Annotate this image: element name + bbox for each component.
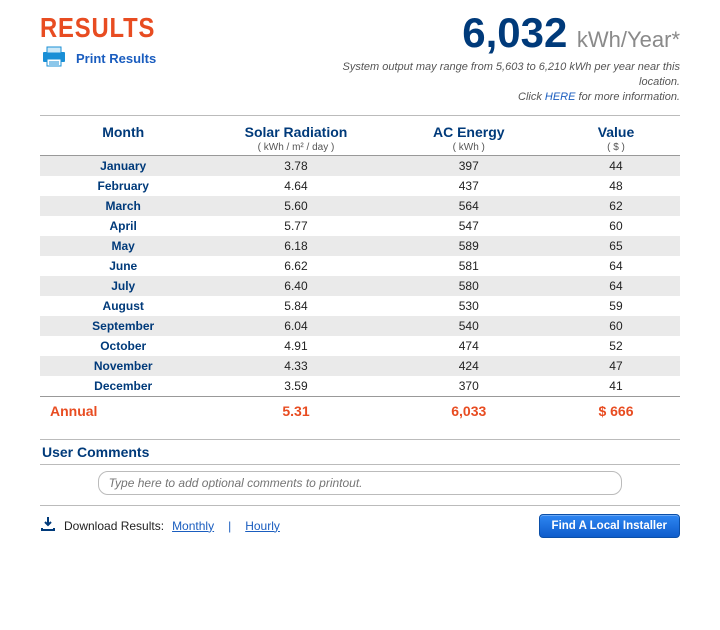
cell-radiation: 5.84 [206, 296, 385, 316]
printer-icon [40, 46, 68, 71]
cell-energy: 424 [386, 356, 552, 376]
cell-energy: 580 [386, 276, 552, 296]
cell-value: 48 [552, 176, 680, 196]
cell-radiation: 6.04 [206, 316, 385, 336]
table-row: June6.6258164 [40, 256, 680, 276]
find-installer-button[interactable]: Find A Local Installer [539, 514, 680, 538]
cell-energy: 474 [386, 336, 552, 356]
table-row: November4.3342447 [40, 356, 680, 376]
download-icon [40, 516, 56, 535]
cell-value: 64 [552, 276, 680, 296]
print-results-button[interactable]: Print Results [40, 46, 328, 71]
cell-radiation: 6.18 [206, 236, 385, 256]
comments-heading: User Comments [40, 439, 680, 465]
cell-energy: 540 [386, 316, 552, 336]
cell-value: 65 [552, 236, 680, 256]
annual-row: Annual 5.31 6,033 $ 666 [40, 396, 680, 425]
col-ac-energy: AC Energy( kWh ) [386, 116, 552, 156]
cell-month: April [40, 216, 206, 236]
table-row: April5.7754760 [40, 216, 680, 236]
cell-energy: 437 [386, 176, 552, 196]
cell-energy: 530 [386, 296, 552, 316]
cell-radiation: 4.91 [206, 336, 385, 356]
cell-radiation: 3.59 [206, 376, 385, 397]
annual-output-unit: kWh/Year* [577, 27, 680, 52]
comments-input[interactable] [98, 471, 623, 495]
cell-radiation: 4.33 [206, 356, 385, 376]
cell-month: November [40, 356, 206, 376]
cell-month: September [40, 316, 206, 336]
cell-value: 41 [552, 376, 680, 397]
cell-energy: 589 [386, 236, 552, 256]
cell-radiation: 5.60 [206, 196, 385, 216]
cell-month: March [40, 196, 206, 216]
cell-energy: 581 [386, 256, 552, 276]
table-row: March5.6056462 [40, 196, 680, 216]
table-row: February4.6443748 [40, 176, 680, 196]
output-range-caption: System output may range from 5,603 to 6,… [328, 60, 680, 105]
cell-month: February [40, 176, 206, 196]
cell-month: December [40, 376, 206, 397]
cell-value: 52 [552, 336, 680, 356]
cell-radiation: 5.77 [206, 216, 385, 236]
cell-month: July [40, 276, 206, 296]
download-label: Download Results: [64, 519, 164, 533]
cell-value: 47 [552, 356, 680, 376]
cell-radiation: 6.62 [206, 256, 385, 276]
annual-output-value: 6,032 [462, 9, 567, 56]
cell-value: 60 [552, 316, 680, 336]
cell-energy: 397 [386, 155, 552, 176]
cell-value: 59 [552, 296, 680, 316]
cell-energy: 564 [386, 196, 552, 216]
download-hourly-link[interactable]: Hourly [245, 519, 280, 533]
table-row: December3.5937041 [40, 376, 680, 397]
cell-month: October [40, 336, 206, 356]
cell-month: May [40, 236, 206, 256]
table-row: July6.4058064 [40, 276, 680, 296]
col-value: Value( $ ) [552, 116, 680, 156]
print-results-label: Print Results [76, 51, 156, 66]
cell-energy: 547 [386, 216, 552, 236]
table-row: May6.1858965 [40, 236, 680, 256]
cell-value: 60 [552, 216, 680, 236]
col-radiation: Solar Radiation( kWh / m² / day ) [206, 116, 385, 156]
table-row: August5.8453059 [40, 296, 680, 316]
table-row: September6.0454060 [40, 316, 680, 336]
cell-month: January [40, 155, 206, 176]
cell-radiation: 3.78 [206, 155, 385, 176]
cell-value: 62 [552, 196, 680, 216]
download-monthly-link[interactable]: Monthly [172, 519, 214, 533]
page-title: RESULTS [40, 12, 285, 44]
cell-radiation: 4.64 [206, 176, 385, 196]
cell-value: 44 [552, 155, 680, 176]
cell-radiation: 6.40 [206, 276, 385, 296]
cell-value: 64 [552, 256, 680, 276]
more-info-link[interactable]: HERE [545, 91, 576, 103]
separator: | [228, 519, 231, 533]
results-table: Month Solar Radiation( kWh / m² / day ) … [40, 116, 680, 425]
cell-month: June [40, 256, 206, 276]
table-row: January3.7839744 [40, 155, 680, 176]
cell-month: August [40, 296, 206, 316]
table-row: October4.9147452 [40, 336, 680, 356]
col-month: Month [40, 116, 206, 156]
cell-energy: 370 [386, 376, 552, 397]
